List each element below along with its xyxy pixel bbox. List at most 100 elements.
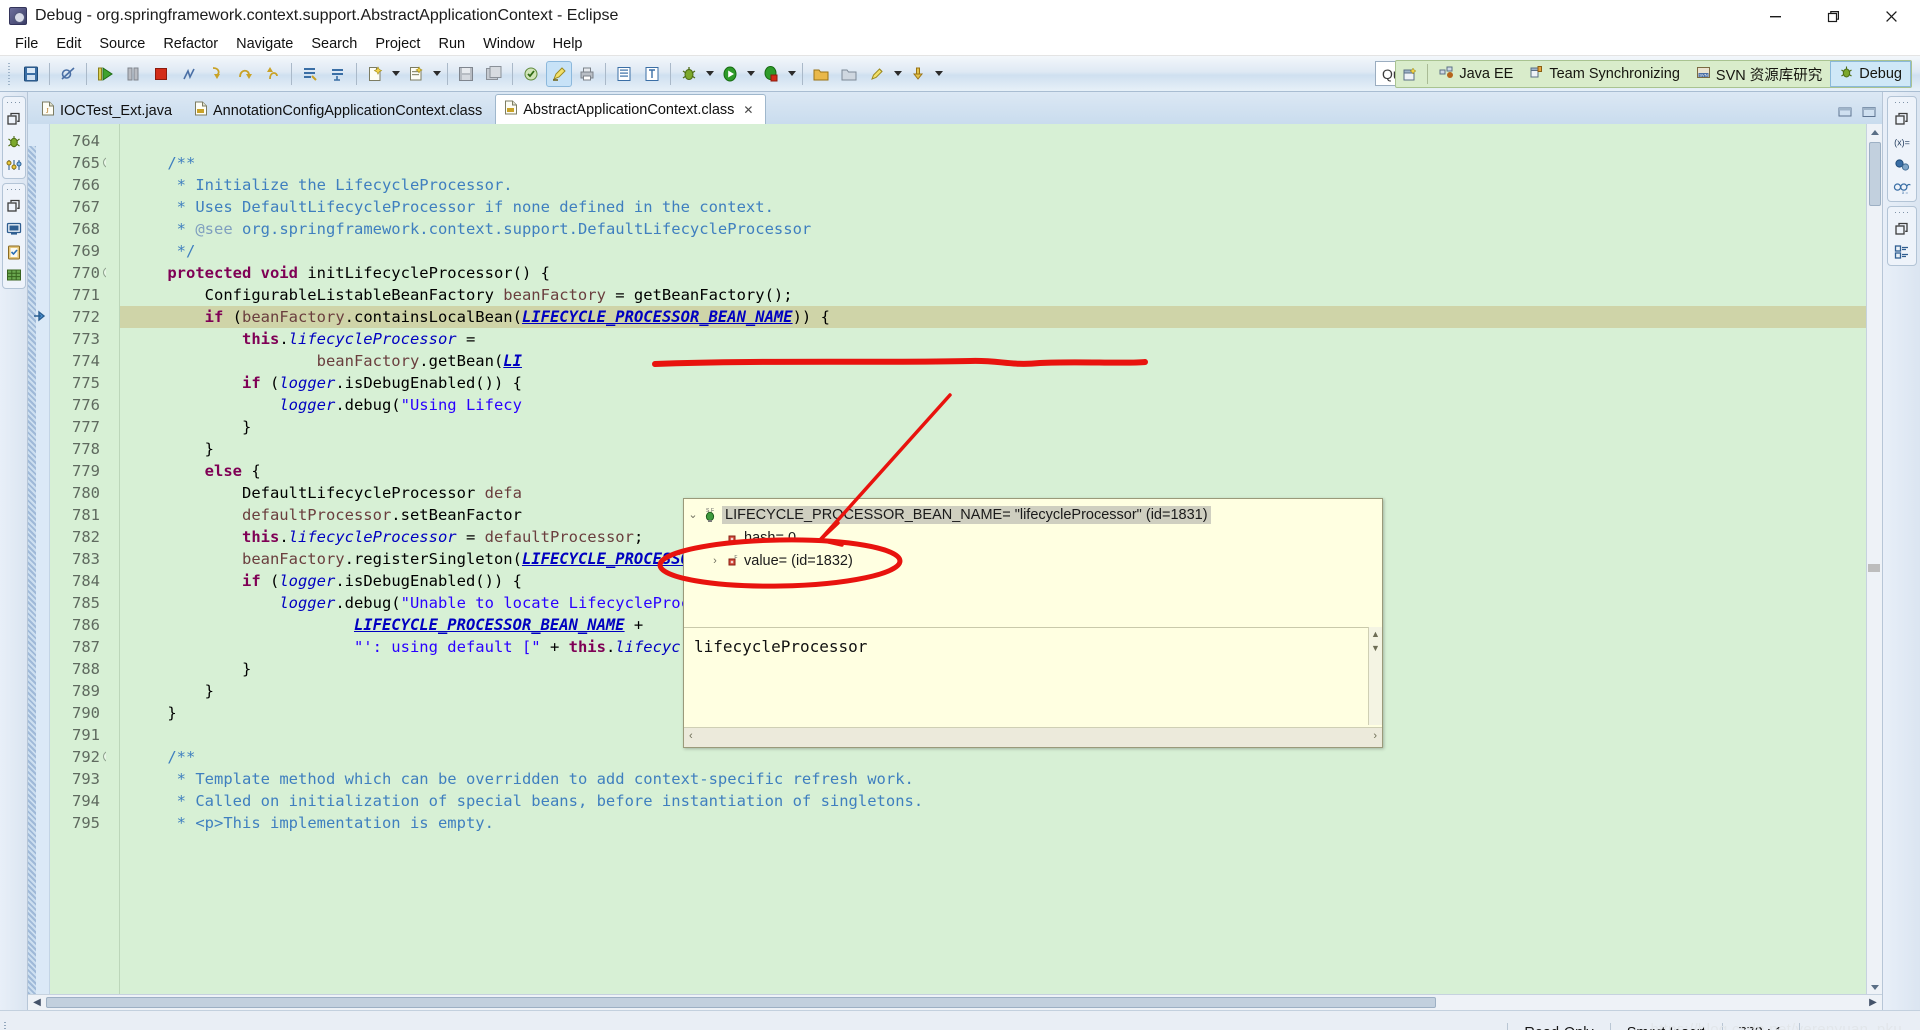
perspective-debug[interactable]: Debug	[1830, 61, 1911, 87]
code-line[interactable]: }	[120, 438, 1882, 460]
toolbar-grip[interactable]	[7, 62, 14, 85]
menu-item-source[interactable]: Source	[90, 34, 154, 54]
step-into-icon[interactable]	[204, 61, 230, 87]
marker-ruler[interactable]	[28, 124, 50, 994]
menu-item-edit[interactable]: Edit	[47, 34, 90, 54]
detail-scroll-up-icon[interactable]: ▲	[1369, 629, 1382, 639]
code-line[interactable]: else {	[120, 460, 1882, 482]
scroll-up-button[interactable]	[1869, 126, 1881, 138]
code-line[interactable]: * @see org.springframework.context.suppo…	[120, 218, 1882, 240]
fastbar-grip-icon[interactable]	[1894, 210, 1909, 215]
debug-view-icon[interactable]	[5, 133, 23, 151]
new-java-file-dropdown-arrow-icon[interactable]	[389, 61, 402, 87]
perspective-svn-repository[interactable]: SVN SVN 资源库研究	[1688, 61, 1830, 87]
pencil-icon[interactable]	[864, 61, 890, 87]
terminate-icon[interactable]	[148, 61, 174, 87]
close-icon[interactable]	[1862, 0, 1920, 32]
code-line[interactable]: * Uses DefaultLifecycleProcessor if none…	[120, 196, 1882, 218]
variable-row-value[interactable]: › F value= (id=1832)	[684, 549, 1382, 572]
print-icon[interactable]	[574, 61, 600, 87]
code-line[interactable]: * Template method which can be overridde…	[120, 768, 1882, 790]
show-whitespace-icon[interactable]	[639, 61, 665, 87]
chevron-right-icon[interactable]: ›	[706, 555, 724, 567]
coverage-dropdown-arrow-icon[interactable]	[785, 61, 798, 87]
fastbar-grip-icon[interactable]	[6, 100, 21, 105]
console-view-icon[interactable]	[5, 220, 23, 238]
minimize-editor-icon[interactable]	[1838, 105, 1852, 117]
code-line[interactable]: /**	[120, 746, 1882, 768]
status-bar-grip[interactable]	[2, 1021, 12, 1030]
code-line[interactable]: }	[120, 416, 1882, 438]
resume-icon[interactable]	[92, 61, 118, 87]
editor-tab-abstractapplicationcontext[interactable]: AbstractApplicationContext.class ✕	[495, 94, 767, 124]
restore-icon[interactable]	[5, 110, 23, 128]
step-return-icon[interactable]	[260, 61, 286, 87]
run-dropdown-arrow-icon[interactable]	[744, 61, 757, 87]
variable-row-hash[interactable]: hash= 0	[684, 526, 1382, 549]
toggle-highlight-icon[interactable]	[546, 60, 572, 87]
menu-item-refactor[interactable]: Refactor	[154, 34, 227, 54]
popup-horizontal-scrollbar[interactable]: ‹ ›	[684, 727, 1382, 747]
folding-ruler[interactable]	[106, 124, 120, 994]
code-line[interactable]: if (logger.isDebugEnabled()) {	[120, 372, 1882, 394]
new-java-file-icon[interactable]	[362, 61, 388, 87]
suspend-icon[interactable]	[120, 61, 146, 87]
maximize-icon[interactable]	[1804, 0, 1862, 32]
variable-row-constant[interactable]: ⌄ SF LIFECYCLE_PROCESSOR_BEAN_NAME= "lif…	[684, 503, 1382, 526]
maximize-editor-icon[interactable]	[1862, 105, 1876, 117]
open-perspective-icon[interactable]	[1396, 61, 1424, 87]
hscroll-left-button[interactable]: ◀	[30, 996, 44, 1009]
save-file-icon[interactable]	[453, 61, 479, 87]
code-line[interactable]: * <p>This implementation is empty.	[120, 812, 1882, 834]
download-icon[interactable]	[905, 61, 931, 87]
open-declaration-icon[interactable]	[297, 61, 323, 87]
code-line[interactable]: */	[120, 240, 1882, 262]
disconnect-icon[interactable]	[176, 61, 202, 87]
fastbar-grip-icon[interactable]	[1894, 100, 1909, 105]
restore-icon[interactable]	[1893, 220, 1911, 238]
scroll-down-button[interactable]	[1869, 980, 1881, 992]
variables-icon[interactable]: (x)=	[1893, 133, 1911, 151]
perspective-java-ee[interactable]: Java EE	[1431, 61, 1521, 87]
variable-tree[interactable]: ⌄ SF LIFECYCLE_PROCESSOR_BEAN_NAME= "lif…	[684, 499, 1382, 572]
code-line[interactable]: ConfigurableListableBeanFactory beanFact…	[120, 284, 1882, 306]
menu-item-run[interactable]: Run	[429, 34, 474, 54]
code-line[interactable]: beanFactory.getBean(LI	[120, 350, 1882, 372]
hscroll-left-icon[interactable]: ‹	[689, 730, 693, 742]
close-icon[interactable]: ✕	[743, 103, 753, 117]
hscroll-right-icon[interactable]: ›	[1373, 730, 1377, 742]
code-line[interactable]: logger.debug("Using Lifecy	[120, 394, 1882, 416]
code-line[interactable]: * Initialize the LifecycleProcessor.	[120, 174, 1882, 196]
code-line[interactable]: /**	[120, 152, 1882, 174]
menu-item-project[interactable]: Project	[366, 34, 429, 54]
open-type-hierarchy-icon[interactable]	[325, 61, 351, 87]
detail-scroll-down-icon[interactable]: ▼	[1369, 643, 1382, 653]
hscrollbar-thumb[interactable]	[46, 997, 1436, 1008]
step-over-icon[interactable]	[232, 61, 258, 87]
servers-view-icon[interactable]	[5, 266, 23, 284]
horizontal-scrollbar[interactable]: ◀ ▶	[28, 994, 1882, 1010]
debug-dropdown-arrow-icon[interactable]	[703, 61, 716, 87]
hscroll-right-button[interactable]: ▶	[1866, 996, 1880, 1009]
debug-icon[interactable]	[676, 61, 702, 87]
menu-item-help[interactable]: Help	[544, 34, 592, 54]
code-line[interactable]	[120, 130, 1882, 152]
breakpoints-icon[interactable]	[1893, 156, 1911, 174]
perspective-team-synchronizing[interactable]: Team Synchronizing	[1521, 61, 1688, 87]
variables-view-icon[interactable]	[5, 156, 23, 174]
outline-icon[interactable]	[1893, 243, 1911, 261]
menu-item-window[interactable]: Window	[474, 34, 544, 54]
vertical-scrollbar[interactable]	[1866, 124, 1882, 994]
menu-item-search[interactable]: Search	[302, 34, 366, 54]
code-line[interactable]: protected void initLifecycleProcessor() …	[120, 262, 1882, 284]
chevron-down-icon[interactable]: ⌄	[684, 508, 702, 521]
menu-item-navigate[interactable]: Navigate	[227, 34, 302, 54]
coverage-icon[interactable]	[758, 61, 784, 87]
open-folder-icon[interactable]	[808, 61, 834, 87]
menu-item-file[interactable]: File	[6, 34, 47, 54]
source-editor[interactable]: 764 765− 766 767 768 769 770− 771 772 773 774 775 77…	[28, 124, 1882, 994]
new-wizard-dropdown-arrow-icon[interactable]	[430, 61, 443, 87]
external-tools-icon[interactable]	[836, 61, 862, 87]
save-icon[interactable]	[18, 61, 44, 87]
overview-ruler-mark[interactable]	[1868, 564, 1880, 572]
